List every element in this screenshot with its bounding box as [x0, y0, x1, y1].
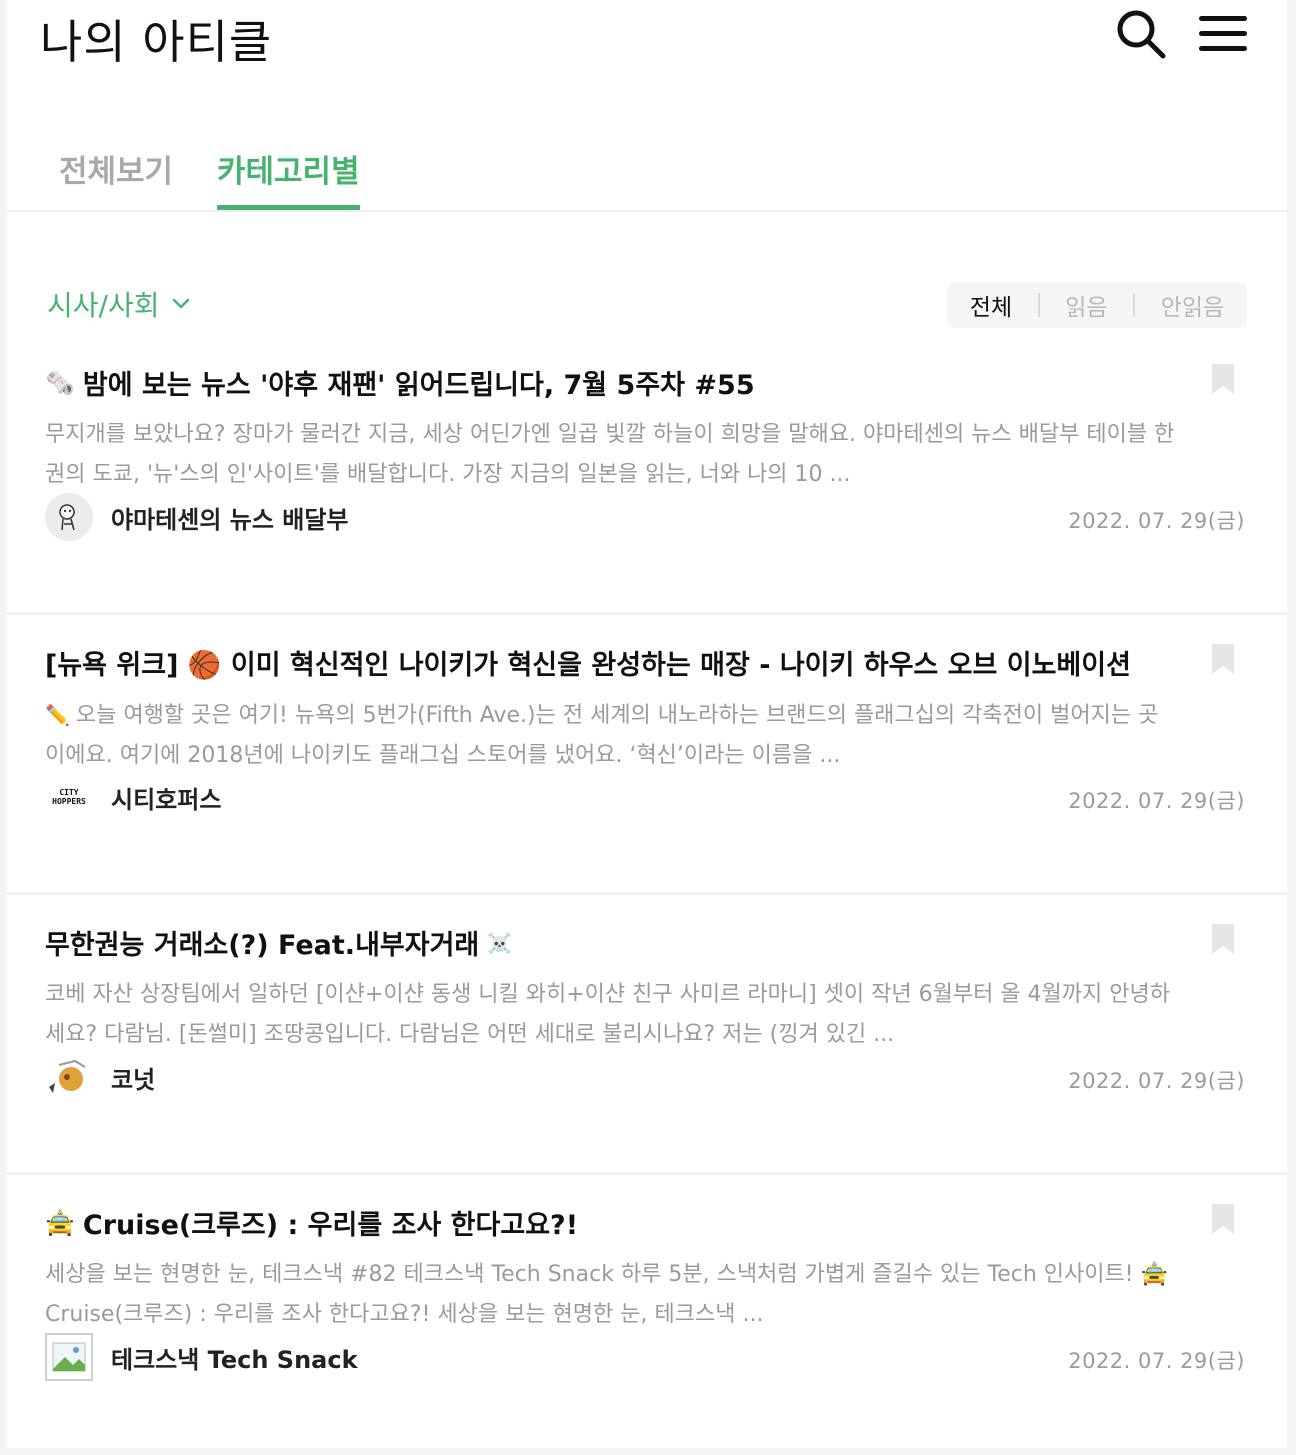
article-author[interactable]: 테크스낵 Tech Snack [45, 1333, 358, 1381]
bookmark-icon[interactable] [1211, 923, 1235, 955]
article-card[interactable]: 🚖 Cruise(크루즈) : 우리를 조사 한다고요?! 세상을 보는 현명한… [7, 1175, 1287, 1455]
tab-by-category[interactable]: 카테고리별 [217, 146, 360, 210]
filter-bar: 시사/사회 전체 읽음 안읽음 [7, 280, 1287, 330]
chevron-down-icon [173, 298, 190, 309]
article-date: 2022. 07. 29(금) [1068, 1069, 1245, 1093]
avatar: CITY HOPPERS [45, 773, 93, 821]
article-card[interactable]: 🗞️ 밤에 보는 뉴스 '야후 재팬' 읽어드립니다, 7월 5주차 #55 무… [7, 335, 1287, 615]
article-title-text: Cruise(크루즈) : 우리를 조사 한다고요?! [82, 1210, 579, 1241]
author-name: 시티호퍼스 [111, 785, 222, 814]
avatar [45, 493, 93, 541]
tab-bar: 전체보기 카테고리별 [7, 130, 1287, 212]
newspaper-emoji: 🗞️ [45, 368, 75, 397]
article-title-text: 밤에 보는 뉴스 '야후 재팬' 읽어드립니다, 7월 5주차 #55 [82, 370, 755, 401]
avatar [45, 1053, 93, 1101]
page-title: 나의 아티클 [40, 15, 273, 69]
article-title[interactable]: 🗞️ 밤에 보는 뉴스 '야후 재팬' 읽어드립니다, 7월 5주차 #55 [45, 363, 1165, 402]
article-summary: 무지개를 보았나요? 장마가 물러간 지금, 세상 어딘가엔 일곱 빛깔 하늘이… [45, 422, 1175, 487]
app-header: 나의 아티클 [7, 0, 1287, 80]
page: 나의 아티클 전체보기 카테고리별 시사/사회 전체 읽음 안읽음 🗞️ 밤에 … [7, 0, 1287, 1448]
category-dropdown[interactable]: 시사/사회 [47, 284, 191, 324]
bookmark-icon[interactable] [1211, 363, 1235, 395]
read-filter-read[interactable]: 읽음 [1065, 288, 1107, 322]
article-date: 2022. 07. 29(금) [1068, 509, 1245, 533]
article-card[interactable]: 무한권능 거래소(?) Feat.내부자거래 ☠️ 코베 자산 상장팀에서 일하… [7, 895, 1287, 1175]
article-summary: ✏️ 오늘 여행할 곳은 여기! 뉴욕의 5번가(Fifth Ave.)는 전 세… [45, 695, 1175, 775]
article-date: 2022. 07. 29(금) [1068, 1349, 1245, 1373]
category-dropdown-label: 시사/사회 [47, 289, 160, 322]
search-icon[interactable] [1115, 8, 1167, 60]
article-title-text: 무한권능 거래소(?) Feat.내부자거래 [45, 930, 480, 961]
article-author[interactable]: 코넛 [45, 1053, 155, 1101]
article-summary-text: 오늘 여행할 곳은 여기! 뉴욕의 5번가(Fifth Ave.)는 전 세계의… [45, 703, 1159, 768]
tab-all[interactable]: 전체보기 [59, 146, 173, 210]
author-name: 코넛 [111, 1065, 156, 1094]
segment-divider [1133, 293, 1136, 317]
article-card[interactable]: [뉴욕 위크] 🏀 이미 혁신적인 나이키가 혁신을 완성하는 매장 - 나이키… [7, 615, 1287, 895]
article-summary: 코베 자산 상장팀에서 일하던 [이샨+이샨 동생 니킬 와히+이샨 친구 사미… [45, 982, 1170, 1047]
article-title-text: [뉴욕 위크] 🏀 이미 혁신적인 나이키가 혁신을 완성하는 매장 - 나이키… [45, 650, 1131, 681]
article-title[interactable]: [뉴욕 위크] 🏀 이미 혁신적인 나이키가 혁신을 완성하는 매장 - 나이키… [45, 643, 1165, 682]
author-name: 테크스낵 Tech Snack [111, 1345, 358, 1374]
city-hoppers-logo: CITY HOPPERS [52, 788, 86, 806]
broken-image-icon [45, 1333, 93, 1381]
author-name: 야마테센의 뉴스 배달부 [111, 505, 349, 534]
article-title[interactable]: 🚖 Cruise(크루즈) : 우리를 조사 한다고요?! [45, 1203, 1165, 1242]
article-date: 2022. 07. 29(금) [1068, 789, 1245, 813]
hamburger-menu-icon[interactable] [1197, 12, 1249, 56]
segment-divider [1037, 293, 1040, 317]
read-filter-unread[interactable]: 안읽음 [1161, 288, 1224, 322]
bookmark-icon[interactable] [1211, 1203, 1235, 1235]
pencil-emoji: ✏️ [45, 703, 70, 727]
read-filter-all[interactable]: 전체 [970, 288, 1012, 322]
article-summary: 세상을 보는 현명한 눈, 테크스낵 #82 테크스낵 Tech Snack 하… [45, 1262, 1168, 1327]
article-title[interactable]: 무한권능 거래소(?) Feat.내부자거래 ☠️ [45, 923, 1165, 962]
taxi-emoji: 🚖 [45, 1208, 75, 1237]
article-author[interactable]: 야마테센의 뉴스 배달부 [45, 493, 349, 541]
read-filter-segment: 전체 읽음 안읽음 [947, 282, 1247, 328]
bookmark-icon[interactable] [1211, 643, 1235, 675]
article-author[interactable]: CITY HOPPERS 시티호퍼스 [45, 773, 221, 821]
skull-emoji: ☠️ [487, 930, 513, 955]
